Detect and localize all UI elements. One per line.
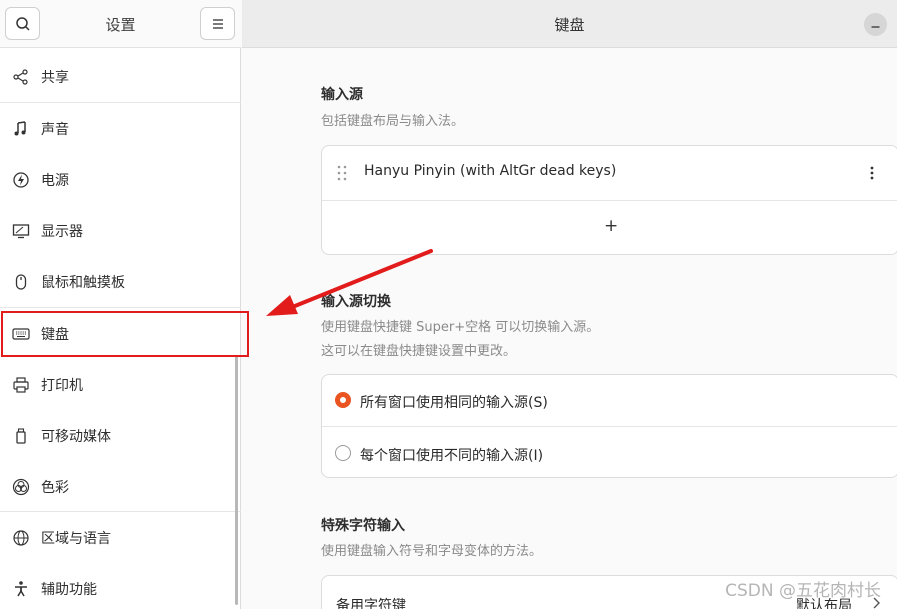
special-chars-title: 特殊字符输入: [321, 518, 405, 534]
removable-media-icon: [12, 427, 30, 445]
switching-title: 输入源切换: [321, 294, 391, 310]
sidebar-item-label: 键盘: [41, 326, 69, 343]
sidebar-item-label: 电源: [41, 172, 69, 189]
sidebar-item-sound[interactable]: 声音: [0, 103, 241, 154]
printer-icon: [12, 376, 30, 394]
sidebar-item-label: 打印机: [41, 377, 83, 394]
sidebar-item-region-language[interactable]: 区域与语言: [0, 512, 241, 563]
sidebar-item-label: 辅助功能: [41, 581, 97, 598]
alternate-chars-key-label: 备用字符键: [336, 598, 406, 609]
sidebar-item-label: 色彩: [41, 479, 69, 496]
input-source-label: Hanyu Pinyin (with AltGr dead keys): [364, 163, 617, 179]
sidebar-header: 设置: [0, 0, 241, 48]
input-sources-list: Hanyu Pinyin (with AltGr dead keys) +: [321, 145, 897, 255]
switching-options-list: 所有窗口使用相同的输入源(S) 每个窗口使用不同的输入源(I): [321, 374, 897, 478]
sidebar-item-color[interactable]: 色彩: [0, 461, 241, 512]
display-icon: [12, 222, 30, 240]
main-header: 键盘: [242, 0, 897, 48]
hamburger-icon: [213, 19, 223, 29]
option-label: 每个窗口使用不同的输入源(I): [360, 448, 544, 464]
sidebar-item-mouse[interactable]: 鼠标和触摸板: [0, 256, 241, 307]
radio-selected[interactable]: [335, 392, 351, 408]
input-sources-subtitle: 包括键盘布局与输入法。: [321, 114, 465, 129]
accessibility-icon: [12, 580, 30, 598]
share-icon: [12, 68, 30, 86]
color-icon: [12, 478, 30, 496]
more-options-icon[interactable]: [865, 165, 879, 181]
power-icon: [12, 171, 30, 189]
sidebar-scrollbar[interactable]: [235, 355, 238, 605]
option-label: 所有窗口使用相同的输入源(S): [360, 395, 548, 411]
sidebar-item-label: 可移动媒体: [41, 428, 111, 445]
keyboard-icon: [12, 325, 30, 343]
globe-icon: [12, 529, 30, 547]
sidebar-item-removable-media[interactable]: 可移动媒体: [0, 410, 241, 461]
radio-unselected[interactable]: [335, 445, 351, 461]
sidebar-item-printers[interactable]: 打印机: [0, 359, 241, 410]
add-input-source-button[interactable]: +: [322, 201, 897, 255]
switching-subtitle-line1: 使用键盘快捷键 Super+空格 可以切换输入源。: [321, 320, 600, 335]
switching-subtitle-line2: 这可以在键盘快捷键设置中更改。: [321, 344, 517, 359]
minimize-button[interactable]: [864, 13, 887, 36]
page-title: 键盘: [554, 16, 585, 34]
sidebar-item-label: 区域与语言: [41, 530, 111, 547]
sidebar-item-accessibility[interactable]: 辅助功能: [0, 563, 241, 609]
input-source-row[interactable]: Hanyu Pinyin (with AltGr dead keys): [322, 146, 897, 200]
sidebar-item-label: 共享: [41, 69, 69, 86]
drag-handle-icon[interactable]: [336, 164, 348, 182]
watermark: CSDN @五花肉村长: [725, 581, 881, 601]
option-per-window-source[interactable]: 每个窗口使用不同的输入源(I): [322, 427, 897, 478]
special-chars-subtitle: 使用键盘输入符号和字母变体的方法。: [321, 544, 543, 559]
sidebar-item-label: 显示器: [41, 223, 83, 240]
sidebar-item-power[interactable]: 电源: [0, 154, 241, 205]
sidebar-item-sharing[interactable]: 共享: [0, 51, 241, 102]
add-icon: +: [604, 216, 619, 236]
sidebar-item-display[interactable]: 显示器: [0, 205, 241, 256]
input-sources-title: 输入源: [321, 87, 363, 103]
mouse-icon: [12, 273, 30, 291]
option-same-source[interactable]: 所有窗口使用相同的输入源(S): [322, 375, 897, 426]
sidebar: 设置 共享 声音 电源 显示器 鼠标和触摸板 键盘 打印机 可移动媒体 色彩 区…: [0, 0, 241, 609]
music-note-icon: [12, 120, 30, 138]
sidebar-item-keyboard[interactable]: 键盘: [0, 308, 241, 359]
sidebar-item-label: 鼠标和触摸板: [41, 274, 125, 291]
minimize-icon: [871, 26, 880, 28]
sidebar-item-label: 声音: [41, 121, 69, 138]
main-menu-button[interactable]: [200, 7, 235, 40]
